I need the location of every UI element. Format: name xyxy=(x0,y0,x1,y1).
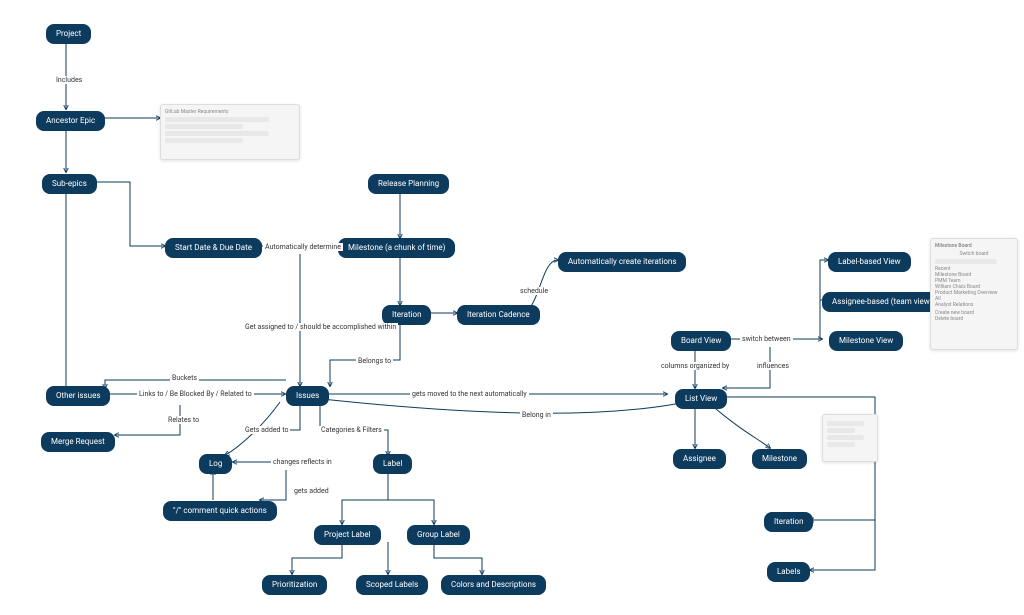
edge-label-switch-between: switch between xyxy=(740,335,793,343)
node-quick-actions[interactable]: "/" comment quick actions xyxy=(163,501,277,521)
node-iteration-right[interactable]: Iteration xyxy=(764,512,813,532)
diagram-canvas: { "nodes": { "project": "Project", "ance… xyxy=(0,0,1024,615)
edge-label-links-related: Links to / Be Blocked By / Related to xyxy=(137,390,254,398)
edge-label-assigned-within: Get assigned to / should be accomplished… xyxy=(243,323,398,331)
edge-label-moved-next: gets moved to the next automatically xyxy=(410,390,529,398)
node-iteration-cadence[interactable]: Iteration Cadence xyxy=(457,305,540,325)
edge-label-cat-filters: Categories & Filters xyxy=(319,426,384,434)
edge-label-gets-added2: gets added xyxy=(292,487,331,495)
edge-label-influences: influences xyxy=(755,362,791,370)
edge-label-buckets: Buckets xyxy=(170,374,199,382)
thumb-epic-title: GitLab Master Requirements xyxy=(165,109,295,115)
edge-label-schedule: schedule xyxy=(518,287,550,295)
edge-label-columns-org: columns organized by xyxy=(659,362,731,370)
node-auto-create-iterations[interactable]: Automatically create iterations xyxy=(558,252,686,272)
node-list-view[interactable]: List View xyxy=(675,389,727,409)
node-assignee-based-view[interactable]: Assignee-based (team view) xyxy=(822,292,943,312)
node-milestone-view[interactable]: Milestone View xyxy=(829,331,903,351)
node-merge-request[interactable]: Merge Request xyxy=(41,432,115,452)
node-board-view[interactable]: Board View xyxy=(671,331,731,351)
thumb-board-preview xyxy=(822,414,878,462)
node-milestone-chunk[interactable]: Milestone (a chunk of time) xyxy=(338,238,455,258)
node-label[interactable]: Label xyxy=(373,454,412,474)
node-iteration[interactable]: Iteration xyxy=(382,305,431,325)
node-other-issues[interactable]: Other issues xyxy=(46,386,110,406)
edge-label-gets-added: Gets added to xyxy=(243,426,290,434)
node-group-label[interactable]: Group Label xyxy=(407,525,470,545)
node-label-based-view[interactable]: Label-based View xyxy=(828,252,911,272)
node-release-planning[interactable]: Release Planning xyxy=(368,174,449,194)
thumb-switcher-switch-label: Switch board xyxy=(935,251,1013,257)
node-ancestor-epic[interactable]: Ancestor Epic xyxy=(36,111,105,131)
node-prioritization[interactable]: Prioritization xyxy=(262,575,327,595)
edge-label-belong-in: Belong in xyxy=(520,411,553,419)
node-labels-right[interactable]: Labels xyxy=(767,562,810,582)
node-sub-epics[interactable]: Sub-epics xyxy=(42,174,97,194)
thumb-board-switcher: Milestone Board Switch board Recent Mile… xyxy=(930,238,1018,350)
node-start-due-date[interactable]: Start Date & Due Date xyxy=(165,238,262,258)
node-log[interactable]: Log xyxy=(199,454,232,474)
edge-label-includes: Includes xyxy=(54,76,84,84)
thumb-switcher-title: Milestone Board xyxy=(935,243,1013,249)
node-project[interactable]: Project xyxy=(46,24,91,44)
edge-label-changes-reflects: changes reflects in xyxy=(271,458,334,466)
thumb-switcher-item: Analyst Relations xyxy=(935,302,1013,308)
thumb-switcher-action: Delete board xyxy=(935,316,1013,322)
node-colors-descriptions[interactable]: Colors and Descriptions xyxy=(441,575,546,595)
edge-label-belongs-to: Belongs to xyxy=(356,357,393,365)
edge-label-auto-determine: Automatically determine xyxy=(263,243,343,251)
node-issues[interactable]: Issues xyxy=(286,386,329,406)
node-milestone[interactable]: Milestone xyxy=(752,449,807,469)
node-project-label[interactable]: Project Label xyxy=(314,525,381,545)
node-scoped-labels[interactable]: Scoped Labels xyxy=(356,575,428,595)
thumb-epic-panel: GitLab Master Requirements xyxy=(160,104,300,160)
node-assignee[interactable]: Assignee xyxy=(673,449,726,469)
edge-label-relates: Relates to xyxy=(166,416,201,424)
